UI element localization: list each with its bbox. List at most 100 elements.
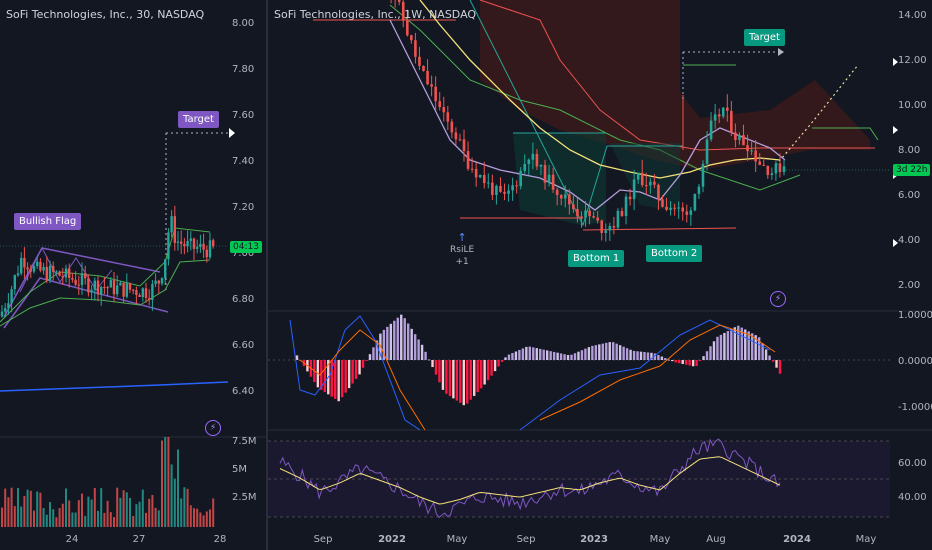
weekly-candle-body <box>547 174 551 183</box>
macd-histogram-bar <box>445 360 448 394</box>
macd-histogram-bar <box>646 352 650 360</box>
left-lightning-icon[interactable]: ⚡ <box>205 420 221 436</box>
left-candle-body <box>103 287 106 289</box>
macd-histogram-bar <box>410 328 413 360</box>
left-volume-bar <box>202 515 205 527</box>
left-candle-body <box>112 280 116 295</box>
right-target-label: Target <box>744 29 785 46</box>
weekly-candle-body <box>717 114 721 117</box>
weekly-candle-body <box>616 210 620 228</box>
right-chart-title: SoFi Technologies, Inc., 1W, NASDAQ <box>274 8 477 21</box>
macd-histogram-bar <box>709 346 712 360</box>
macd-histogram-bar <box>570 354 573 360</box>
macd-histogram-bar <box>636 351 639 360</box>
left-volume-bar <box>132 516 135 527</box>
bottom-1-label: Bottom 1 <box>568 250 625 267</box>
macd-histogram-bar <box>539 348 542 360</box>
left-volume-bar <box>167 437 170 527</box>
weekly-candle-body <box>770 173 774 176</box>
left-candle-body <box>122 282 125 297</box>
macd-histogram-bar <box>323 360 326 393</box>
right-date-tick: 2022 <box>378 534 406 545</box>
macd-histogram-bar <box>420 344 424 360</box>
left-volume-bar <box>151 494 154 527</box>
macd-histogram-bar <box>417 339 420 360</box>
weekly-candle-body <box>596 217 599 221</box>
left-candle-body <box>196 247 199 249</box>
macd-histogram-bar <box>486 360 490 381</box>
weekly-candle-body <box>649 181 652 186</box>
right-date-tick: Sep <box>517 534 536 545</box>
left-volume-bar <box>145 512 147 527</box>
macd-histogram-bar <box>778 360 782 374</box>
left-candle-body <box>141 288 144 297</box>
left-volume-bar <box>7 497 10 527</box>
weekly-candle-body <box>507 190 510 194</box>
macd-histogram-bar <box>719 334 723 360</box>
macd-histogram-bar <box>723 332 726 360</box>
left-candle-body <box>212 240 215 247</box>
left-volume-bar <box>55 517 58 527</box>
macd-histogram-bar <box>705 351 709 360</box>
left-date-tick: 27 <box>133 534 146 545</box>
left-price-tick: 6.40 <box>232 386 254 397</box>
macd-histogram-bar <box>559 353 563 360</box>
right-date-tick: May <box>650 534 671 545</box>
left-candle-body <box>39 261 42 271</box>
left-volume-bar <box>74 512 77 527</box>
weekly-candle-body <box>612 225 616 228</box>
macd-histogram-bar <box>434 360 438 375</box>
left-volume-bar <box>23 495 26 527</box>
weekly-candle-body <box>572 204 575 210</box>
left-price-tick: 7.40 <box>232 156 254 167</box>
macd-histogram-bar <box>334 360 337 399</box>
left-volume-bar <box>183 487 186 527</box>
macd-histogram-bar <box>493 360 497 372</box>
weekly-candle-body <box>620 210 624 216</box>
left-volume-bar <box>49 502 51 527</box>
weekly-candle-body <box>742 135 745 146</box>
left-candle-body <box>148 297 151 301</box>
macd-histogram-bar <box>438 360 441 383</box>
left-candle-body <box>87 278 90 293</box>
left-volume-bar <box>177 449 179 527</box>
macd-histogram-bar <box>684 360 688 365</box>
weekly-candle-body <box>462 139 466 152</box>
left-volume-tick: 5M <box>232 464 247 475</box>
macd-histogram-bar <box>587 347 591 360</box>
right-price-tick: 12.00 <box>898 55 927 66</box>
right-date-tick: May <box>856 534 877 545</box>
weekly-candle-body <box>519 170 523 187</box>
left-candle-body <box>93 280 96 290</box>
left-volume-bar <box>125 492 128 527</box>
left-volume-bar <box>193 508 195 527</box>
macd-histogram-bar <box>476 360 479 393</box>
left-candle-body <box>154 280 157 284</box>
macd-histogram-bar <box>580 350 584 360</box>
left-candle-body <box>109 280 112 288</box>
weekly-candle-body <box>661 199 664 207</box>
left-candle-body <box>119 282 122 286</box>
left-candle-body <box>106 287 109 289</box>
left-candle-body <box>183 243 186 247</box>
left-volume-bar <box>164 437 167 527</box>
macd-histogram-bar <box>556 352 559 360</box>
macd-histogram-bar <box>552 351 556 360</box>
macd-histogram-bar <box>511 353 514 360</box>
left-candle-body <box>173 216 176 243</box>
weekly-candle-body <box>584 210 587 218</box>
weekly-candle-body <box>774 163 778 174</box>
macd-histogram-bar <box>459 360 462 403</box>
right-lightning-icon[interactable]: ⚡ <box>770 291 786 307</box>
right-date-tick: Sep <box>314 534 333 545</box>
left-candle-body <box>10 289 13 304</box>
macd-histogram-bar <box>768 355 771 360</box>
left-volume-bar <box>58 508 61 527</box>
left-volume-bar <box>205 511 208 527</box>
weekly-candle-body <box>478 174 482 178</box>
left-candle-body <box>36 261 39 267</box>
weekly-candle-body <box>539 165 543 167</box>
left-candle-body <box>170 216 173 233</box>
left-volume-tick: 2.5M <box>232 492 257 503</box>
weekly-candle-body <box>430 84 433 87</box>
